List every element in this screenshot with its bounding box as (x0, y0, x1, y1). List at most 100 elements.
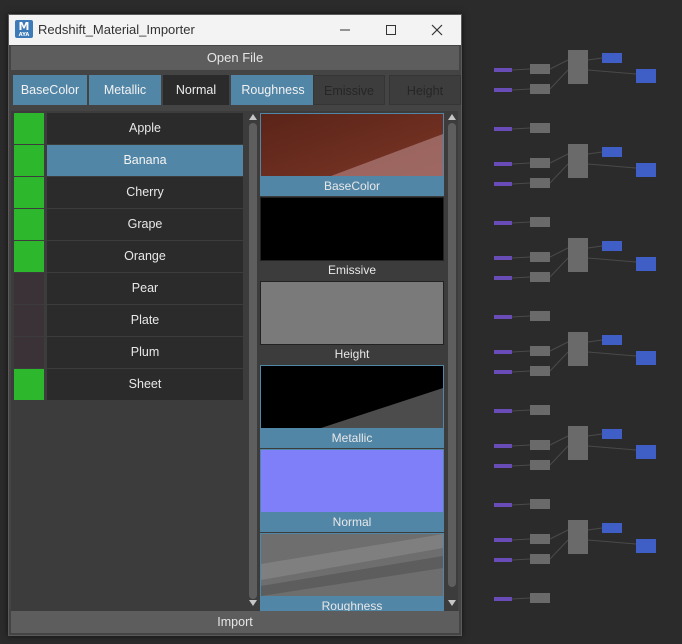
material-row[interactable]: Grape (14, 209, 244, 240)
material-row[interactable]: Banana (14, 145, 244, 176)
utility-node[interactable] (530, 346, 550, 356)
utility-node[interactable] (530, 64, 550, 74)
scroll-down-icon[interactable] (448, 600, 456, 606)
texture-file-node[interactable] (494, 256, 512, 260)
texture-file-node[interactable] (494, 68, 512, 72)
material-enabled-toggle[interactable] (14, 369, 44, 400)
texture-file-node[interactable] (494, 538, 512, 542)
shading-group-node[interactable] (602, 147, 622, 157)
material-node[interactable] (568, 50, 588, 84)
tab-metallic[interactable]: Metallic (89, 75, 161, 105)
utility-node[interactable] (530, 554, 550, 564)
material-row[interactable]: Plate (14, 305, 244, 336)
material-enabled-toggle[interactable] (14, 145, 44, 176)
texture-preview-normal[interactable]: Normal (260, 449, 444, 532)
material-node[interactable] (568, 520, 588, 554)
material-row[interactable]: Orange (14, 241, 244, 272)
texture-file-node[interactable] (494, 370, 512, 374)
utility-node[interactable] (530, 366, 550, 376)
material-row[interactable]: Plum (14, 337, 244, 368)
utility-node[interactable] (530, 460, 550, 470)
texture-file-node[interactable] (494, 182, 512, 186)
scroll-down-icon[interactable] (249, 600, 257, 606)
material-list-scrollbar[interactable] (247, 111, 259, 611)
texture-file-node[interactable] (494, 409, 512, 413)
utility-node[interactable] (530, 217, 550, 227)
texture-file-node[interactable] (494, 221, 512, 225)
output-node[interactable] (636, 539, 656, 553)
utility-node[interactable] (530, 311, 550, 321)
material-row[interactable]: Pear (14, 273, 244, 304)
material-row-label[interactable]: Pear (47, 273, 243, 304)
output-node[interactable] (636, 257, 656, 271)
texture-preview-roughness[interactable]: Roughness (260, 533, 444, 611)
title-bar[interactable]: M AYA Redshift_Material_Importer (9, 15, 461, 45)
material-row-label[interactable]: Sheet (47, 369, 243, 400)
material-node[interactable] (568, 144, 588, 178)
material-node[interactable] (568, 238, 588, 272)
shading-group-node[interactable] (602, 429, 622, 439)
shading-group-node[interactable] (602, 335, 622, 345)
texture-preview-basecolor[interactable]: BaseColor (260, 113, 444, 196)
utility-node[interactable] (530, 272, 550, 282)
utility-node[interactable] (530, 252, 550, 262)
texture-file-node[interactable] (494, 276, 512, 280)
texture-file-node[interactable] (494, 315, 512, 319)
texture-file-node[interactable] (494, 597, 512, 601)
close-button[interactable] (414, 15, 460, 45)
material-enabled-toggle[interactable] (14, 209, 44, 240)
maximize-button[interactable] (368, 15, 414, 45)
texture-file-node[interactable] (494, 88, 512, 92)
material-row-label[interactable]: Grape (47, 209, 243, 240)
texture-file-node[interactable] (494, 350, 512, 354)
shading-group-node[interactable] (602, 241, 622, 251)
material-row-label[interactable]: Apple (47, 113, 243, 144)
scroll-up-icon[interactable] (448, 114, 456, 120)
material-row[interactable]: Cherry (14, 177, 244, 208)
utility-node[interactable] (530, 84, 550, 94)
material-row[interactable]: Apple (14, 113, 244, 144)
output-node[interactable] (636, 351, 656, 365)
utility-node[interactable] (530, 178, 550, 188)
utility-node[interactable] (530, 123, 550, 133)
material-row-label[interactable]: Orange (47, 241, 243, 272)
minimize-button[interactable] (322, 15, 368, 45)
shading-group-node[interactable] (602, 53, 622, 63)
material-enabled-toggle[interactable] (14, 273, 44, 304)
texture-file-node[interactable] (494, 444, 512, 448)
tab-roughness[interactable]: Roughness (231, 75, 315, 105)
utility-node[interactable] (530, 440, 550, 450)
preview-scrollbar[interactable] (446, 111, 458, 611)
tab-height[interactable]: Height (389, 75, 461, 105)
tab-emissive[interactable]: Emissive (313, 75, 385, 105)
utility-node[interactable] (530, 534, 550, 544)
material-row-label[interactable]: Plate (47, 305, 243, 336)
texture-preview-emissive[interactable]: Emissive (260, 197, 444, 280)
material-node[interactable] (568, 332, 588, 366)
utility-node[interactable] (530, 158, 550, 168)
open-file-button[interactable]: Open File (11, 46, 459, 70)
material-row-label[interactable]: Cherry (47, 177, 243, 208)
tab-basecolor[interactable]: BaseColor (13, 75, 87, 105)
output-node[interactable] (636, 69, 656, 83)
utility-node[interactable] (530, 593, 550, 603)
scroll-up-icon[interactable] (249, 114, 257, 120)
texture-file-node[interactable] (494, 162, 512, 166)
texture-file-node[interactable] (494, 503, 512, 507)
texture-preview-metallic[interactable]: Metallic (260, 365, 444, 448)
material-enabled-toggle[interactable] (14, 177, 44, 208)
output-node[interactable] (636, 163, 656, 177)
material-enabled-toggle[interactable] (14, 241, 44, 272)
texture-preview-height[interactable]: Height (260, 281, 444, 364)
material-row-label[interactable]: Banana (47, 145, 243, 176)
material-enabled-toggle[interactable] (14, 113, 44, 144)
utility-node[interactable] (530, 405, 550, 415)
texture-file-node[interactable] (494, 558, 512, 562)
tab-normal[interactable]: Normal (163, 75, 229, 105)
texture-file-node[interactable] (494, 464, 512, 468)
utility-node[interactable] (530, 499, 550, 509)
shading-group-node[interactable] (602, 523, 622, 533)
material-enabled-toggle[interactable] (14, 305, 44, 336)
output-node[interactable] (636, 445, 656, 459)
scroll-thumb[interactable] (249, 123, 257, 599)
